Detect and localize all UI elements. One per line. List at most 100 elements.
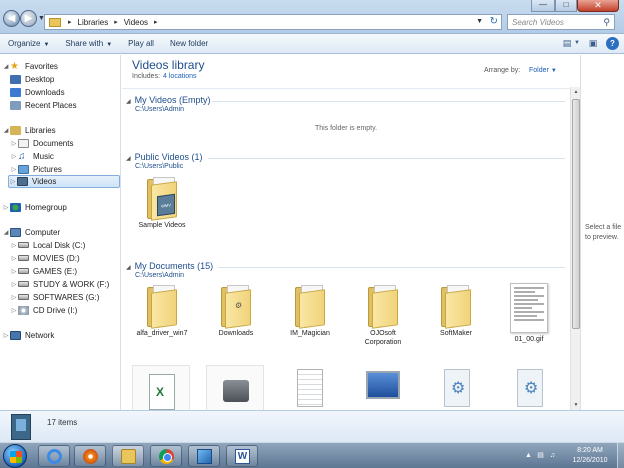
nav-computer[interactable]: ◢ Computer — [2, 226, 60, 238]
minimize-button[interactable]: — — [531, 0, 555, 12]
nav-downloads[interactable]: Downloads — [10, 86, 65, 98]
expand-icon[interactable]: ▷ — [10, 255, 18, 262]
expand-icon[interactable]: ▷ — [10, 153, 18, 160]
file-item-setup-shortcut[interactable] — [351, 367, 415, 407]
file-item-ojosoft-corporation[interactable]: OJOsoft Corporation — [351, 285, 415, 347]
search-icon[interactable]: ⚲ — [603, 17, 610, 28]
file-item-config-file-1[interactable] — [424, 367, 488, 407]
homegroup-icon — [10, 202, 21, 212]
file-item-alfa-driver-win7[interactable]: alfa_driver_win7 — [130, 285, 194, 338]
videos-library-icon — [11, 414, 31, 440]
forward-button[interactable]: ▶ — [20, 10, 37, 27]
nav-label: Recent Places — [25, 100, 77, 110]
file-item-spreadsheet[interactable] — [132, 365, 190, 411]
collapse-icon[interactable]: ◢ — [126, 99, 131, 105]
nav-movies-d[interactable]: ▷ MOVIES (D:) — [10, 252, 80, 264]
group-header-my-documents[interactable]: ◢ My Documents (15) — [126, 261, 213, 271]
volume-icon[interactable]: ♫ — [548, 451, 557, 460]
chevron-right-icon[interactable]: ▸ — [68, 18, 72, 26]
organize-button[interactable]: Organize ▼ — [0, 39, 57, 48]
expand-icon[interactable]: ▷ — [10, 268, 18, 275]
address-dropdown-icon[interactable]: ▼ — [476, 18, 483, 25]
breadcrumb-videos[interactable]: Videos — [122, 18, 150, 27]
address-bar[interactable]: ▸ Libraries ▸ Videos ▸ ▼ ↻ — [44, 14, 502, 30]
chevron-right-icon[interactable]: ▸ — [154, 18, 158, 26]
nav-libraries[interactable]: ◢ Libraries — [2, 124, 56, 136]
network-status-icon[interactable]: ▤ — [536, 451, 545, 460]
nav-study-work-f[interactable]: ▷ STUDY & WORK (F:) — [10, 278, 110, 290]
play-all-button[interactable]: Play all — [120, 39, 162, 48]
refresh-icon[interactable]: ↻ — [490, 16, 498, 27]
expand-icon[interactable]: ▷ — [10, 166, 18, 173]
expand-icon[interactable]: ▷ — [10, 281, 18, 288]
file-item-text-document[interactable] — [277, 367, 341, 407]
maximize-button[interactable]: □ — [555, 0, 577, 12]
help-icon[interactable]: ? — [606, 37, 619, 50]
taskbar-photo-viewer[interactable] — [188, 445, 220, 467]
vertical-scrollbar[interactable]: ▲ ▼ — [570, 87, 580, 410]
expand-icon[interactable]: ▷ — [2, 332, 10, 339]
includes-locations-link[interactable]: 4 locations — [163, 73, 196, 80]
nav-softwares-g[interactable]: ▷ SOFTWARES (G:) — [10, 291, 100, 303]
taskbar-windows-explorer[interactable] — [112, 445, 144, 467]
file-item-01-00-gif[interactable]: 01_00.gif — [497, 283, 561, 344]
nav-network[interactable]: ▷ Network — [2, 329, 54, 341]
file-item-camera-app[interactable] — [206, 365, 264, 411]
share-with-button[interactable]: Share with ▼ — [57, 39, 120, 48]
file-item-config-file-2[interactable] — [497, 367, 561, 407]
collapse-icon[interactable]: ◢ — [2, 127, 10, 134]
breadcrumb-libraries[interactable]: Libraries — [76, 18, 111, 27]
taskbar-word[interactable]: W — [226, 445, 258, 467]
expand-icon[interactable]: ▷ — [2, 204, 10, 211]
taskbar-internet-explorer[interactable] — [38, 445, 70, 467]
file-item-downloads[interactable]: ⚙ Downloads — [204, 285, 268, 338]
group-rule — [218, 267, 565, 268]
nav-cd-drive-i[interactable]: ▷ CD Drive (I:) — [10, 304, 77, 316]
collapse-icon[interactable]: ◢ — [2, 63, 10, 70]
nav-recent-places[interactable]: Recent Places — [10, 99, 77, 111]
nav-music[interactable]: ▷ ♫ Music — [10, 150, 54, 162]
system-clock[interactable]: 8:20 AM 12/26/2010 — [566, 446, 614, 466]
taskbar-media-player[interactable] — [74, 445, 106, 467]
new-folder-button[interactable]: New folder — [162, 39, 216, 48]
nav-documents[interactable]: ▷ Documents — [10, 137, 73, 149]
expand-icon[interactable]: ▷ — [10, 140, 18, 147]
expand-icon[interactable]: ▷ — [9, 178, 17, 185]
chevron-right-icon[interactable]: ▸ — [114, 18, 118, 26]
show-hidden-icons-icon[interactable]: ▲ — [524, 451, 533, 460]
group-header-public-videos[interactable]: ◢ Public Videos (1) — [126, 152, 203, 162]
nav-desktop[interactable]: Desktop — [10, 73, 54, 85]
collapse-icon[interactable]: ◢ — [2, 229, 10, 236]
show-desktop-button[interactable] — [617, 443, 624, 468]
file-item-sample-videos[interactable]: WMV Sample Videos — [130, 177, 194, 230]
preview-pane-icon[interactable]: ▣ — [586, 37, 600, 50]
nav-label: CD Drive (I:) — [33, 305, 78, 315]
collapse-icon[interactable]: ◢ — [126, 156, 131, 162]
change-view-icon[interactable]: ▤ — [560, 37, 574, 50]
photo-viewer-icon — [197, 449, 212, 464]
scrollbar-thumb[interactable] — [572, 99, 580, 329]
nav-favorites[interactable]: ◢ ★ Favorites — [2, 60, 58, 72]
nav-videos[interactable]: ▷ Videos — [8, 175, 120, 188]
nav-label: Favorites — [25, 61, 58, 71]
nav-local-disk-c[interactable]: ▷ Local Disk (C:) — [10, 239, 86, 251]
search-input[interactable]: Search Videos ⚲ — [507, 14, 615, 30]
arrange-by-dropdown[interactable]: Folder ▼ — [529, 67, 557, 74]
file-list-pane: Videos library Includes: 4 locations Arra… — [122, 55, 580, 411]
nav-label: Local Disk (C:) — [33, 240, 86, 250]
start-button[interactable] — [3, 444, 27, 468]
group-header-my-videos[interactable]: ◢ My Videos (Empty) — [126, 95, 210, 105]
view-dropdown-icon[interactable]: ▼ — [574, 37, 580, 50]
expand-icon[interactable]: ▷ — [10, 242, 18, 249]
file-item-softmaker[interactable]: SoftMaker — [424, 285, 488, 338]
expand-icon[interactable]: ▷ — [10, 307, 18, 314]
back-button[interactable]: ◀ — [3, 10, 20, 27]
taskbar-chrome[interactable] — [150, 445, 182, 467]
nav-pictures[interactable]: ▷ Pictures — [10, 163, 62, 175]
file-item-im-magician[interactable]: IM_Magician — [278, 285, 342, 338]
expand-icon[interactable]: ▷ — [10, 294, 18, 301]
close-button[interactable]: ✕ — [577, 0, 619, 12]
nav-games-e[interactable]: ▷ GAMES (E:) — [10, 265, 77, 277]
nav-homegroup[interactable]: ▷ Homegroup — [2, 201, 67, 213]
collapse-icon[interactable]: ◢ — [126, 265, 131, 271]
